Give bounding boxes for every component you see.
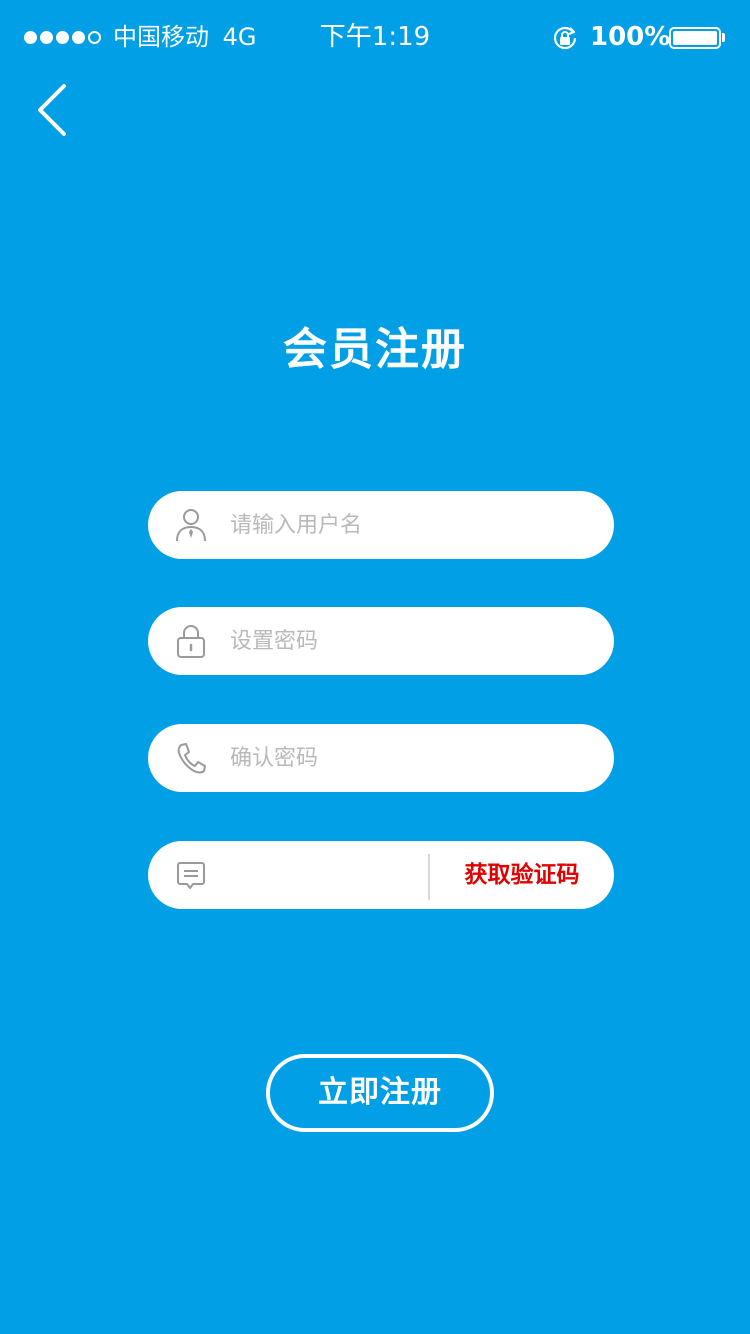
password-field[interactable]: [148, 607, 614, 675]
username-input[interactable]: [230, 491, 590, 559]
confirm-password-field[interactable]: [148, 724, 614, 792]
user-icon: [176, 509, 206, 542]
lock-icon: [177, 625, 205, 658]
username-field[interactable]: [148, 491, 614, 559]
back-button[interactable]: [30, 80, 80, 140]
register-screen: 中国移动 4G 下午1:19 100% 会员注册 请输入用户名 获取验证码 立即…: [0, 0, 750, 1334]
register-button[interactable]: 立即注册: [266, 1054, 494, 1132]
rotation-lock-icon: [553, 26, 577, 50]
battery-cap: [722, 33, 725, 42]
page-title: 会员注册: [283, 324, 467, 375]
battery-icon: [669, 27, 721, 49]
password-input[interactable]: [230, 607, 590, 675]
phone-icon: [177, 743, 206, 774]
get-code-button[interactable]: 获取验证码: [430, 841, 614, 909]
confirm-password-input[interactable]: [230, 724, 590, 792]
verification-code-field[interactable]: 获取验证码: [148, 841, 614, 909]
status-bar: 中国移动 4G 下午1:19 100%: [0, 0, 750, 76]
battery-percent: 100%: [590, 22, 671, 52]
battery-fill: [673, 31, 717, 45]
message-icon: [177, 862, 205, 889]
chevron-left-icon: [38, 84, 66, 136]
